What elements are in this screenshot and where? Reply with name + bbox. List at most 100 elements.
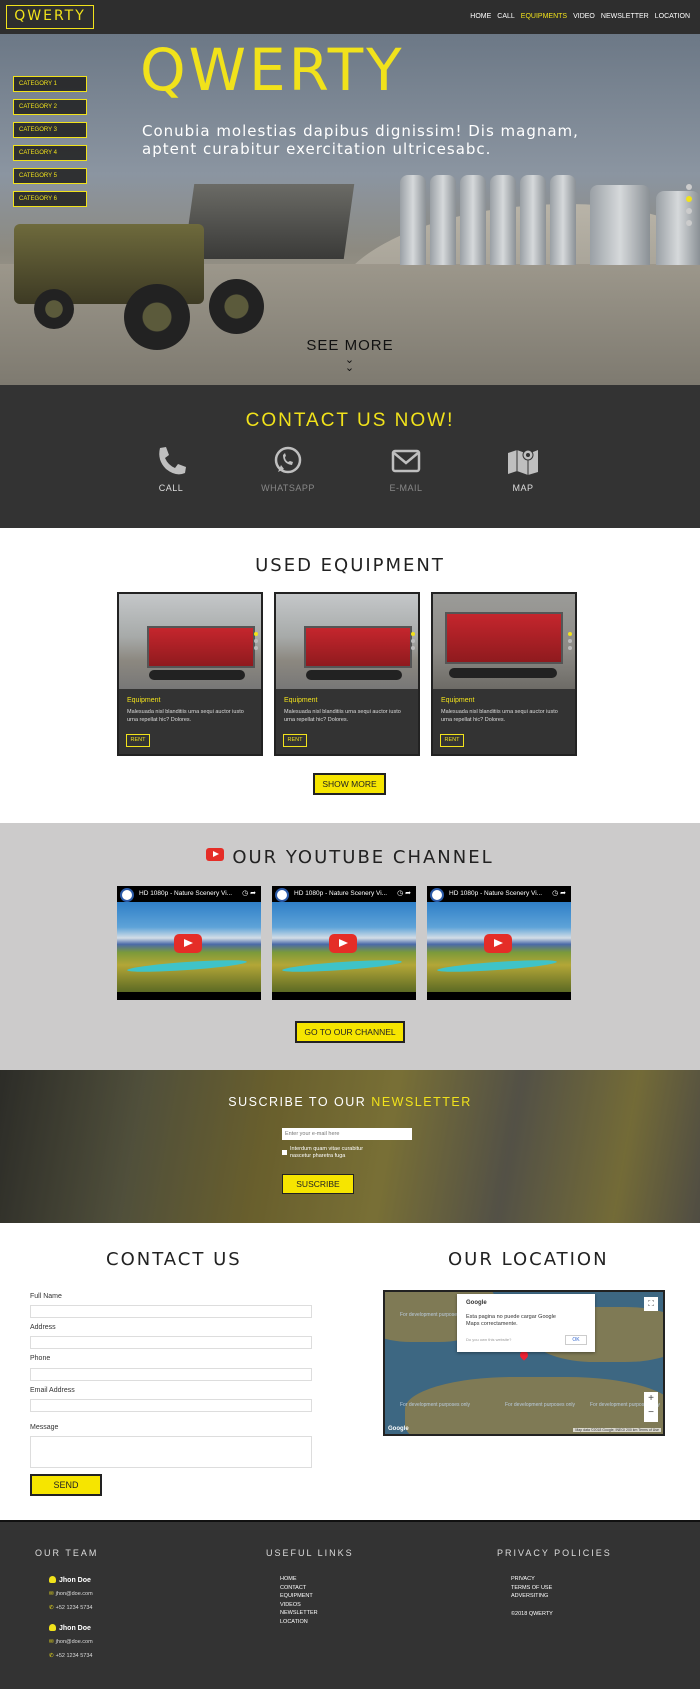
popup-ok-button[interactable]: OK [565, 1335, 587, 1345]
nav-location[interactable]: LOCATION [655, 13, 690, 20]
nav-newsletter[interactable]: NEWSLETTER [601, 13, 649, 20]
video-title: HD 1080p - Nature Scenery Vi... [449, 890, 543, 897]
equipment-image[interactable] [276, 594, 418, 689]
google-map[interactable]: For development purposes only For develo… [383, 1290, 665, 1436]
user-icon [49, 1624, 56, 1631]
footer-link-contact[interactable]: CONTACT [280, 1585, 354, 1593]
mail-icon: ✉ [49, 1639, 54, 1645]
main-nav: HOME CALL EQUIPMENTS VIDEO NEWSLETTER LO… [470, 13, 690, 20]
call-label: CALL [158, 483, 184, 493]
call-action[interactable]: CALL [131, 445, 211, 493]
slider-dot-active[interactable] [686, 196, 692, 202]
video-embed[interactable]: HD 1080p - Nature Scenery Vi... ◷ ➦ [427, 886, 571, 1000]
share-icon[interactable]: ◷ ➦ [242, 889, 256, 897]
map-terms[interactable]: Map data ©2018 Google, INEGI 200 km Term… [573, 1428, 661, 1432]
footer-team: OUR TEAM Jhon Doe ✉ jhon@doe.com ✆ +52 123… [35, 1548, 98, 1672]
whatsapp-action[interactable]: WHATSAPP [248, 445, 328, 493]
equipment-description: Malesuada nisl blanditiis urna sequi auc… [127, 709, 244, 723]
newsletter-title: SUSCRIBE TO OUR NEWSLETTER [0, 1095, 700, 1109]
see-more-link[interactable]: SEE MORE ⌄ ⌄ [0, 337, 700, 374]
newsletter-section: SUSCRIBE TO OUR NEWSLETTER Interdum quam… [0, 1070, 700, 1223]
rent-button[interactable]: RENT [126, 734, 150, 747]
used-equipment-section: USED EQUIPMENT Equipment Malesuada nisl … [0, 528, 700, 823]
map-icon [508, 449, 538, 475]
rent-button[interactable]: RENT [440, 734, 464, 747]
member-phone[interactable]: +52 1234 5734 [56, 1605, 93, 1611]
newsletter-title-highlight: NEWSLETTER [371, 1095, 472, 1109]
email-address-field[interactable] [30, 1399, 312, 1412]
mail-icon: ✉ [49, 1591, 54, 1597]
slider-dot[interactable] [686, 184, 692, 190]
category-button[interactable]: CATEGORY 3 [13, 122, 87, 138]
equipment-image[interactable] [433, 594, 575, 689]
equipment-image[interactable] [119, 594, 261, 689]
footer-link-newsletter[interactable]: NEWSLETTER [280, 1610, 354, 1618]
play-icon[interactable] [174, 934, 202, 953]
slider-dot[interactable] [686, 208, 692, 214]
nav-equipments[interactable]: EQUIPMENTS [521, 13, 567, 20]
address-field[interactable] [30, 1336, 312, 1349]
message-textarea[interactable] [30, 1436, 312, 1468]
play-icon[interactable] [329, 934, 357, 953]
category-list: CATEGORY 1 CATEGORY 2 CATEGORY 3 CATEGOR… [13, 76, 87, 207]
video-embed[interactable]: HD 1080p - Nature Scenery Vi... ◷ ➦ [117, 886, 261, 1000]
hero-silo [520, 175, 546, 265]
zoom-out-icon[interactable]: − [644, 1406, 658, 1420]
member-email[interactable]: jhon@doe.com [56, 1639, 93, 1645]
hero-silo [430, 175, 456, 265]
footer-links: USEFUL LINKS HOME CONTACT EQUIPMENT VIDE… [266, 1548, 354, 1626]
newsletter-email-input[interactable] [282, 1128, 412, 1140]
equipment-description: Malesuada nisl blanditiis urna sequi auc… [284, 709, 401, 723]
map-action[interactable]: MAP [483, 445, 563, 493]
footer-link-videos[interactable]: VIDEOS [280, 1602, 354, 1610]
play-icon[interactable] [484, 934, 512, 953]
equipment-card: Equipment Malesuada nisl blanditiis urna… [274, 592, 420, 756]
popup-owner-link[interactable]: Do you own this website? [466, 1337, 511, 1342]
footer-link-home[interactable]: HOME [280, 1576, 354, 1584]
send-button[interactable]: SEND [30, 1474, 102, 1496]
category-button[interactable]: CATEGORY 2 [13, 99, 87, 115]
contact-now-section: CONTACT US NOW! CALL WHATSAPP E-MAIL MAP [0, 385, 700, 528]
equipment-card: Equipment Malesuada nisl blanditiis urna… [431, 592, 577, 756]
share-icon[interactable]: ◷ ➦ [552, 889, 566, 897]
category-button[interactable]: CATEGORY 1 [13, 76, 87, 92]
map-dev-text: For development purposes only [505, 1402, 576, 1408]
nav-call[interactable]: CALL [497, 13, 515, 20]
phone-field[interactable] [30, 1368, 312, 1381]
newsletter-consent-checkbox[interactable] [282, 1150, 287, 1155]
rent-button[interactable]: RENT [283, 734, 307, 747]
category-button[interactable]: CATEGORY 5 [13, 168, 87, 184]
category-button[interactable]: CATEGORY 4 [13, 145, 87, 161]
equipment-title: Equipment [441, 697, 475, 704]
full-name-field[interactable] [30, 1305, 312, 1318]
footer: OUR TEAM Jhon Doe ✉ jhon@doe.com ✆ +52 123… [0, 1520, 700, 1689]
category-button[interactable]: CATEGORY 6 [13, 191, 87, 207]
zoom-in-icon[interactable]: + [644, 1392, 658, 1406]
phone-small-icon: ✆ [49, 1653, 54, 1659]
footer-link-location[interactable]: LOCATION [280, 1619, 354, 1627]
footer-link-equipment[interactable]: EQUIPMENT [280, 1593, 354, 1601]
fullscreen-icon[interactable]: ⛶ [644, 1297, 658, 1311]
page: QWERTY HOME CALL EQUIPMENTS VIDEO NEWSLE… [0, 0, 700, 1689]
site-logo[interactable]: QWERTY [6, 5, 94, 29]
email-action[interactable]: E-MAIL [366, 445, 446, 493]
nav-video[interactable]: VIDEO [573, 13, 595, 20]
useful-links-title: USEFUL LINKS [266, 1548, 354, 1558]
nav-home[interactable]: HOME [470, 13, 491, 20]
member-phone[interactable]: +52 1234 5734 [56, 1653, 93, 1659]
equipment-card: Equipment Malesuada nisl blanditiis urna… [117, 592, 263, 756]
slider-dot[interactable] [686, 220, 692, 226]
footer-link-privacy[interactable]: PRIVACY [511, 1576, 612, 1584]
footer-link-terms[interactable]: TERMS OF USE [511, 1585, 612, 1593]
envelope-icon [391, 449, 421, 473]
video-embed[interactable]: HD 1080p - Nature Scenery Vi... ◷ ➦ [272, 886, 416, 1000]
footer-link-advertising[interactable]: ADVERSITING [511, 1593, 612, 1601]
hero-subtitle: Conubia molestias dapibus dignissim! Dis… [142, 122, 579, 158]
share-icon[interactable]: ◷ ➦ [397, 889, 411, 897]
equipment-title: Equipment [127, 697, 161, 704]
show-more-button[interactable]: SHOW MORE [313, 773, 386, 795]
member-email[interactable]: jhon@doe.com [56, 1591, 93, 1597]
used-equipment-title: USED EQUIPMENT [255, 555, 445, 576]
subscribe-button[interactable]: SUSCRIBE [282, 1174, 354, 1194]
go-to-channel-button[interactable]: GO TO OUR CHANNEL [295, 1021, 405, 1043]
